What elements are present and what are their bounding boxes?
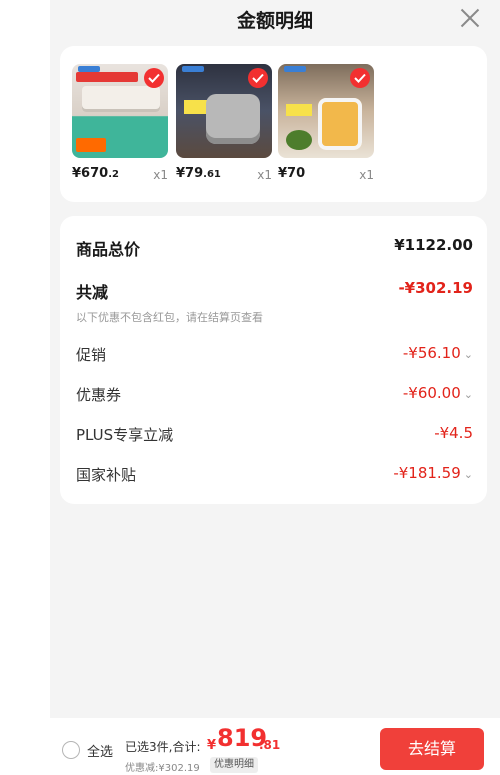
- amount-detail-sheet: 金额明细 ¥670.2 x1 ¥79.61 x1 ¥70 x1 商品总价 ¥11…: [50, 0, 500, 775]
- plus-discount-label: PLUS专享立减: [76, 426, 174, 444]
- product-image-rice-cooker[interactable]: [176, 64, 272, 158]
- chevron-down-icon[interactable]: ⌄: [464, 388, 473, 401]
- national-subsidy-label: 国家补贴: [76, 466, 137, 484]
- coupon-value: -¥60.00 ⌄: [403, 384, 473, 402]
- national-subsidy-value: -¥181.59 ⌄: [393, 464, 473, 482]
- promo-sticker: [286, 104, 312, 116]
- total-price-value: ¥1122.00: [394, 236, 473, 254]
- avocado-shape: [286, 130, 312, 150]
- product-price: ¥70: [278, 166, 305, 181]
- selected-count-text: 已选3件,合计:: [125, 740, 201, 754]
- cooker-shape: [206, 94, 260, 144]
- coupon-amount: -¥60.00: [402, 384, 461, 402]
- chopper-shape: [318, 98, 362, 150]
- price-decimal: .2: [108, 169, 119, 180]
- check-icon[interactable]: [248, 68, 268, 88]
- national-subsidy-row[interactable]: 国家补贴 -¥181.59 ⌄: [76, 464, 473, 490]
- coupon-label: 优惠券: [76, 386, 122, 404]
- brand-logo: [284, 66, 306, 72]
- total-reduce-row: 共减 -¥302.19: [76, 279, 473, 305]
- brand-logo: [182, 66, 204, 72]
- coupon-row[interactable]: 优惠券 -¥60.00 ⌄: [76, 384, 473, 410]
- select-all-radio[interactable]: [62, 741, 80, 759]
- total-currency-symbol: ¥: [207, 738, 217, 753]
- discount-note: 以下优惠不包含红包，请在结算页查看: [76, 311, 263, 324]
- plus-discount-value: -¥4.5: [434, 424, 473, 442]
- chevron-down-icon[interactable]: ⌄: [464, 348, 473, 361]
- price-integer: ¥670: [72, 166, 109, 181]
- check-icon[interactable]: [144, 68, 164, 88]
- sheet-header: 金额明细: [50, 0, 500, 40]
- plus-discount-row: PLUS专享立减 -¥4.5: [76, 424, 473, 450]
- product-item[interactable]: ¥79.61 x1: [176, 64, 272, 184]
- check-icon[interactable]: [350, 68, 370, 88]
- product-card: ¥670.2 x1 ¥79.61 x1 ¥70 x1: [60, 46, 487, 202]
- promotion-value: -¥56.10 ⌄: [403, 344, 473, 362]
- promotion-amount: -¥56.10: [402, 344, 461, 362]
- select-all-label[interactable]: 全选: [87, 741, 113, 760]
- close-icon[interactable]: [458, 6, 482, 30]
- product-item[interactable]: ¥670.2 x1: [72, 64, 168, 184]
- national-subsidy-amount: -¥181.59: [393, 464, 461, 482]
- checkout-button[interactable]: 去结算: [380, 728, 484, 770]
- total-amount-decimal: .81: [259, 738, 281, 752]
- product-image-water-heater[interactable]: [72, 64, 168, 158]
- price-decimal: .61: [203, 169, 221, 180]
- chevron-down-icon[interactable]: ⌄: [464, 468, 473, 481]
- product-image-food-chopper[interactable]: [278, 64, 374, 158]
- water-heater-shape: [82, 86, 160, 112]
- page-title: 金额明细: [236, 10, 313, 32]
- price-integer: ¥79: [176, 166, 204, 181]
- product-price: ¥670.2: [72, 166, 119, 181]
- product-item[interactable]: ¥70 x1: [278, 64, 374, 184]
- total-price-label: 商品总价: [76, 240, 141, 259]
- discount-summary-text: 优惠减:¥302.19: [125, 763, 200, 774]
- price-tag: [76, 138, 106, 152]
- product-quantity: x1: [153, 168, 168, 182]
- left-margin: [0, 0, 50, 775]
- promotion-row[interactable]: 促销 -¥56.10 ⌄: [76, 344, 473, 370]
- summary-card: 商品总价 ¥1122.00 共减 -¥302.19 以下优惠不包含红包，请在结算…: [60, 216, 487, 504]
- price-integer: ¥70: [278, 166, 306, 181]
- total-price-row: 商品总价 ¥1122.00: [76, 236, 473, 262]
- checkout-bar: 全选 已选3件,合计: ¥ 819 .81 优惠减:¥302.19 优惠明细 去…: [50, 718, 500, 775]
- discount-detail-button[interactable]: 优惠明细: [210, 757, 258, 773]
- total-reduce-value: -¥302.19: [398, 279, 473, 297]
- product-quantity: x1: [257, 168, 272, 182]
- promo-banner: [76, 72, 138, 82]
- total-reduce-label: 共减: [76, 283, 109, 302]
- product-quantity: x1: [359, 168, 374, 182]
- promotion-label: 促销: [76, 346, 107, 364]
- product-price: ¥79.61: [176, 166, 221, 181]
